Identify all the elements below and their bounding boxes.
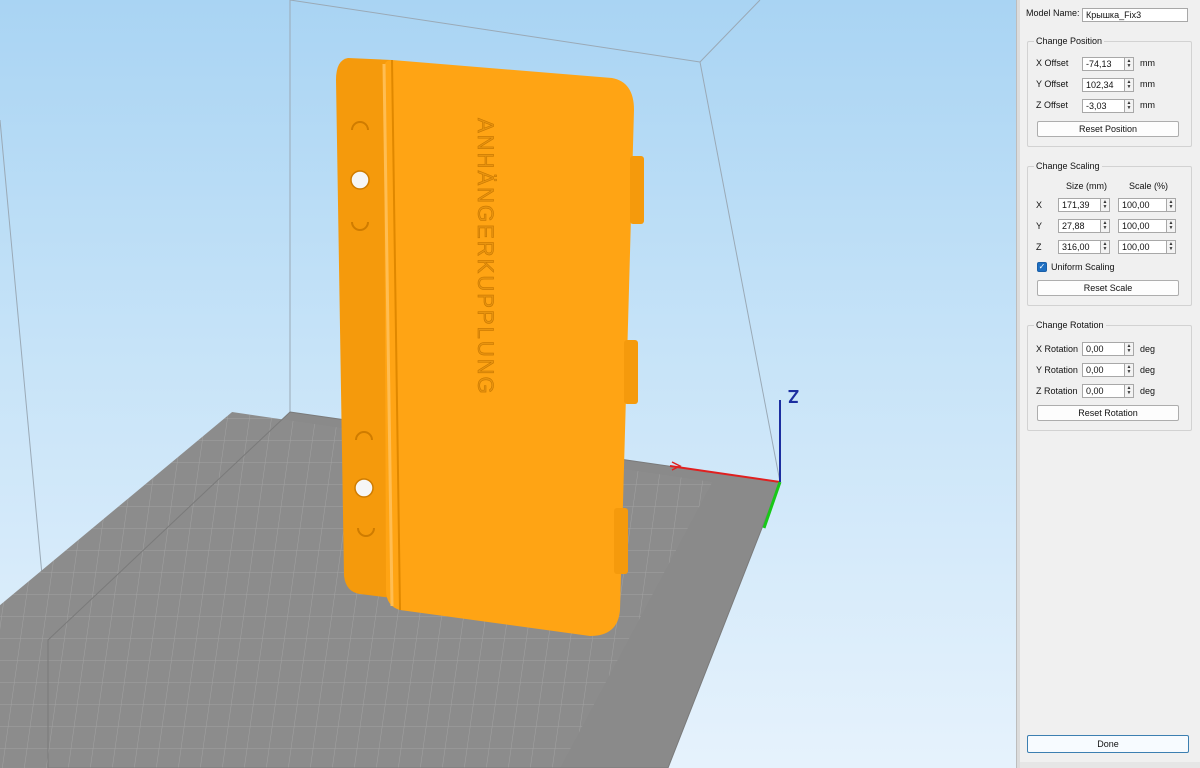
- y-rotation-input[interactable]: 0,00: [1082, 363, 1124, 377]
- x-rotation-input[interactable]: 0,00: [1082, 342, 1124, 356]
- size-z-spin-buttons[interactable]: ▲ ▼: [1100, 240, 1110, 254]
- z-rotation-spinbox[interactable]: 0,00 ▲ ▼: [1082, 384, 1134, 398]
- scale-x-spin-buttons[interactable]: ▲ ▼: [1166, 198, 1176, 212]
- z-offset-unit: mm: [1140, 100, 1155, 110]
- build-volume-edge: [699, 61, 781, 483]
- size-z-input[interactable]: 316,00: [1058, 240, 1100, 254]
- size-y-spinbox[interactable]: 27,88 ▲ ▼: [1058, 219, 1110, 233]
- model-properties-panel: Model Name: Крышка_Fix3 Change Position …: [1020, 0, 1200, 768]
- scale-header: Scale (%): [1129, 181, 1169, 191]
- x-offset-unit: mm: [1140, 58, 1155, 68]
- size-x-spin-buttons[interactable]: ▲ ▼: [1100, 198, 1110, 212]
- x-offset-spin-buttons[interactable]: ▲ ▼: [1124, 57, 1134, 71]
- scale-z-input[interactable]: 100,00: [1118, 240, 1166, 254]
- scale-z-spinbox[interactable]: 100,00 ▲ ▼: [1118, 240, 1176, 254]
- reset-scale-button[interactable]: Reset Scale: [1037, 280, 1179, 296]
- scale-x-input[interactable]: 100,00: [1118, 198, 1166, 212]
- x-rotation-spinbox[interactable]: 0,00 ▲ ▼: [1082, 342, 1134, 356]
- scale-y-input[interactable]: 100,00: [1118, 219, 1166, 233]
- y-rotation-spin-buttons[interactable]: ▲ ▼: [1124, 363, 1134, 377]
- scale-z-spin-buttons[interactable]: ▲ ▼: [1166, 240, 1176, 254]
- uniform-scaling-checkbox[interactable]: ✓ Uniform Scaling: [1037, 262, 1115, 272]
- change-scaling-group: Change Scaling Size (mm) Scale (%) X 171…: [1027, 161, 1192, 306]
- x-offset-spinbox[interactable]: -74,13 ▲ ▼: [1082, 57, 1134, 71]
- model-name-label: Model Name:: [1026, 8, 1080, 18]
- model-name-input[interactable]: Крышка_Fix3: [1082, 8, 1188, 22]
- y-offset-unit: mm: [1140, 79, 1155, 89]
- scale-y-axis-label: Y: [1036, 221, 1043, 231]
- x-rotation-spin-buttons[interactable]: ▲ ▼: [1124, 342, 1134, 356]
- build-volume-edge: [699, 0, 761, 63]
- y-rotation-label: Y Rotation: [1036, 365, 1078, 375]
- x-rotation-label: X Rotation: [1036, 344, 1079, 354]
- y-offset-label: Y Offset: [1036, 79, 1069, 89]
- scale-y-spinbox[interactable]: 100,00 ▲ ▼: [1118, 219, 1176, 233]
- z-offset-spin-buttons[interactable]: ▲ ▼: [1124, 99, 1134, 113]
- scale-y-spin-buttons[interactable]: ▲ ▼: [1166, 219, 1176, 233]
- y-offset-spinbox[interactable]: 102,34 ▲ ▼: [1082, 78, 1134, 92]
- size-z-spinbox[interactable]: 316,00 ▲ ▼: [1058, 240, 1110, 254]
- z-offset-spinbox[interactable]: -3,03 ▲ ▼: [1082, 99, 1134, 113]
- z-rotation-input[interactable]: 0,00: [1082, 384, 1124, 398]
- reset-rotation-button[interactable]: Reset Rotation: [1037, 405, 1179, 421]
- scale-z-axis-label: Z: [1036, 242, 1042, 252]
- size-x-spinbox[interactable]: 171,39 ▲ ▼: [1058, 198, 1110, 212]
- x-rotation-unit: deg: [1140, 344, 1156, 354]
- size-y-spin-buttons[interactable]: ▲ ▼: [1100, 219, 1110, 233]
- build-volume-edge: [0, 119, 49, 641]
- y-offset-input[interactable]: 102,34: [1082, 78, 1124, 92]
- scale-x-spinbox[interactable]: 100,00 ▲ ▼: [1118, 198, 1176, 212]
- reset-position-button[interactable]: Reset Position: [1037, 121, 1179, 137]
- y-rotation-unit: deg: [1140, 365, 1156, 375]
- size-x-input[interactable]: 171,39: [1058, 198, 1100, 212]
- status-strip: [1020, 762, 1200, 768]
- x-offset-label: X Offset: [1036, 58, 1069, 68]
- z-offset-input[interactable]: -3,03: [1082, 99, 1124, 113]
- done-button[interactable]: Done: [1027, 735, 1189, 753]
- change-rotation-group: Change Rotation X Rotation 0,00 ▲ ▼ deg Y…: [1027, 320, 1192, 431]
- change-rotation-title: Change Rotation: [1034, 320, 1106, 330]
- checkmark-icon: ✓: [1037, 262, 1047, 272]
- build-volume-edge: [289, 0, 701, 63]
- 3d-viewport[interactable]: Z ANHÄNGERKUPPLUNG: [0, 0, 1016, 768]
- model-embossed-text: ANHÄNGERKUPPLUNG: [473, 118, 498, 396]
- scale-x-axis-label: X: [1036, 200, 1043, 210]
- size-y-input[interactable]: 27,88: [1058, 219, 1100, 233]
- scene-svg: Z ANHÄNGERKUPPLUNG: [0, 0, 799, 768]
- y-offset-spin-buttons[interactable]: ▲ ▼: [1124, 78, 1134, 92]
- z-rotation-unit: deg: [1140, 386, 1156, 396]
- change-position-group: Change Position X Offset -74,13 ▲ ▼ mm Y …: [1027, 36, 1192, 147]
- uniform-scaling-label: Uniform Scaling: [1051, 262, 1115, 272]
- x-offset-input[interactable]: -74,13: [1082, 57, 1124, 71]
- y-rotation-spinbox[interactable]: 0,00 ▲ ▼: [1082, 363, 1134, 377]
- z-axis-label: Z: [788, 386, 799, 406]
- z-rotation-label: Z Rotation: [1036, 386, 1078, 396]
- z-rotation-spin-buttons[interactable]: ▲ ▼: [1124, 384, 1134, 398]
- change-position-title: Change Position: [1034, 36, 1105, 46]
- z-offset-label: Z Offset: [1036, 100, 1068, 110]
- change-scaling-title: Change Scaling: [1034, 161, 1102, 171]
- size-header: Size (mm): [1066, 181, 1107, 191]
